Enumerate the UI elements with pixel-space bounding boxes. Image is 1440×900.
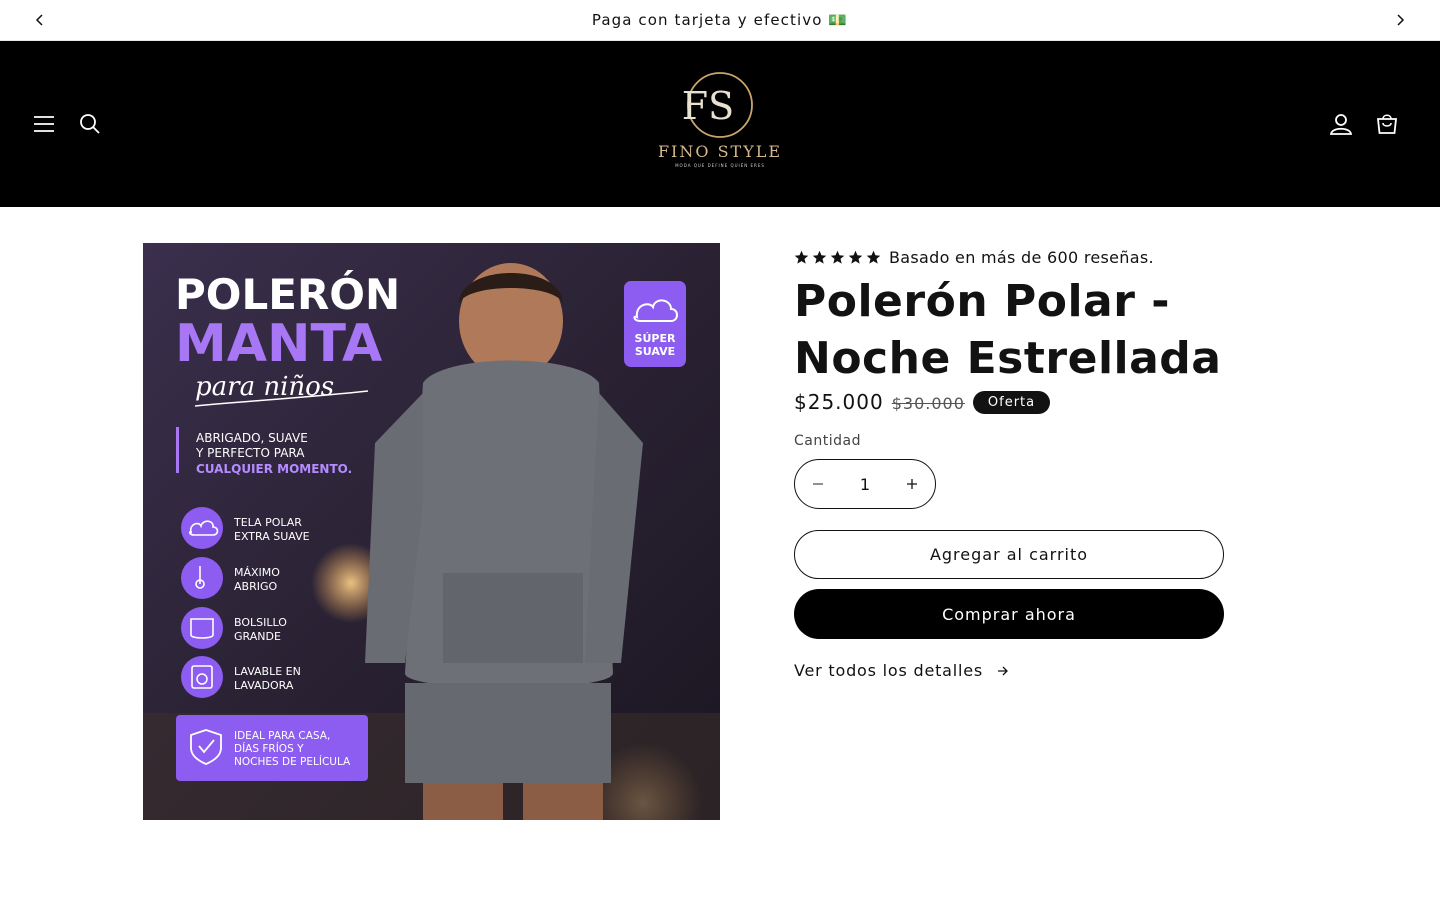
- brand-tagline: MODA QUE DEFINE QUIÉN ERES: [675, 163, 765, 168]
- minus-icon: [813, 483, 823, 485]
- account-icon: [1329, 114, 1353, 135]
- feature-4-line2: LAVADORA: [234, 679, 294, 692]
- logo-monogram: FS: [682, 72, 753, 138]
- banner-line1: IDEAL PARA CASA,: [234, 730, 330, 742]
- view-details-label: Ver todos los detalles: [794, 661, 984, 680]
- quantity-label: Cantidad: [794, 433, 861, 449]
- feature-4-line1: LAVABLE EN: [234, 665, 301, 678]
- compare-price: $30.000: [891, 393, 965, 413]
- feature-1-line1: TELA POLAR: [233, 516, 302, 529]
- account-button[interactable]: [1325, 108, 1357, 140]
- promo-heading-line1: POLERÓN: [175, 269, 400, 319]
- search-icon: [80, 114, 100, 134]
- product-rating: Basado en más de 600 reseñas.: [794, 246, 1154, 268]
- product-image[interactable]: POLERÓN MANTA para niños ABRIGADO, SUAVE…: [143, 243, 720, 820]
- menu-icon: [34, 116, 54, 132]
- star-rating: [794, 250, 881, 265]
- announcement-bar: Paga con tarjeta y efectivo 💵: [0, 0, 1440, 41]
- promo-intro-line2: Y PERFECTO PARA: [195, 446, 305, 460]
- announcement-next-button[interactable]: [1388, 8, 1412, 32]
- site-logo[interactable]: FS FINO STYLE MODA QUE DEFINE QUIÉN ERES: [650, 67, 790, 183]
- super-suave-line1: SÚPER: [635, 332, 676, 345]
- promo-heading-line3: para niños: [195, 372, 334, 402]
- promo-intro-line1: ABRIGADO, SUAVE: [196, 431, 308, 445]
- super-suave-line2: SUAVE: [635, 345, 675, 358]
- star-icon: [794, 250, 809, 264]
- logo-monogram-f: FS: [682, 84, 734, 128]
- star-icon: [848, 250, 863, 264]
- buy-now-button[interactable]: Comprar ahora: [794, 589, 1224, 639]
- sale-badge: Oferta: [972, 390, 1051, 414]
- sale-price: $25.000: [794, 390, 884, 414]
- star-icon: [812, 250, 827, 264]
- cart-button[interactable]: [1371, 108, 1403, 140]
- quantity-decrease-button[interactable]: [795, 460, 841, 508]
- quantity-input[interactable]: [841, 474, 889, 494]
- announcement-message: Paga con tarjeta y efectivo 💵: [591, 11, 849, 29]
- banner-line2: DÍAS FRÍOS Y: [234, 742, 304, 755]
- feature-3-line2: GRANDE: [234, 630, 281, 643]
- promo-heading-line2: MANTA: [175, 314, 382, 374]
- view-details-link[interactable]: Ver todos los detalles: [794, 661, 1009, 680]
- quantity-increase-button[interactable]: [889, 460, 935, 508]
- chevron-right-icon: [1397, 14, 1405, 26]
- feature-2-line2: ABRIGO: [234, 580, 277, 593]
- price-block: $25.000 $30.000 Oferta: [794, 389, 1051, 415]
- promo-intro-line3: CUALQUIER MOMENTO.: [196, 462, 352, 476]
- menu-button[interactable]: [28, 108, 60, 140]
- brand-name: FINO STYLE: [657, 142, 783, 161]
- quantity-stepper: [794, 459, 936, 509]
- feature-2-line1: MÁXIMO: [234, 566, 280, 579]
- plus-icon: [907, 479, 917, 489]
- add-to-cart-button[interactable]: Agregar al carrito: [794, 530, 1224, 579]
- feature-3-line1: BOLSILLO: [234, 616, 287, 629]
- site-header: FS FINO STYLE MODA QUE DEFINE QUIÉN ERES: [0, 41, 1440, 207]
- feature-1-line2: EXTRA SUAVE: [234, 530, 310, 543]
- star-icon: [866, 250, 881, 264]
- star-icon: [830, 250, 845, 264]
- arrow-right-icon: [998, 666, 1008, 675]
- search-button[interactable]: [74, 108, 106, 140]
- product-title: Polerón Polar - Noche Estrellada: [794, 276, 1222, 384]
- rating-text: Basado en más de 600 reseñas.: [889, 247, 1154, 267]
- banner-line3: NOCHES DE PELÍCULA: [234, 755, 351, 768]
- product-image-graphic: POLERÓN MANTA para niños ABRIGADO, SUAVE…: [143, 243, 720, 820]
- cart-icon: [1376, 114, 1398, 134]
